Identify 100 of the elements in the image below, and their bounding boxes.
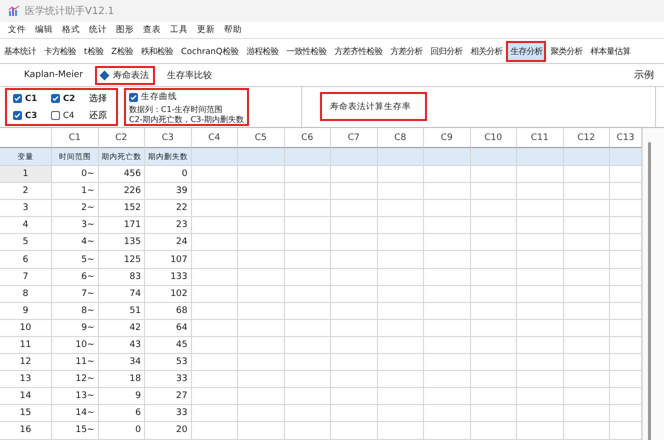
table-cell[interactable] bbox=[517, 166, 564, 184]
scrollbar[interactable] bbox=[642, 128, 664, 440]
table-cell[interactable] bbox=[424, 354, 470, 372]
table-cell[interactable] bbox=[517, 320, 564, 337]
table-cell[interactable] bbox=[564, 405, 610, 422]
table-cell[interactable] bbox=[470, 268, 517, 286]
table-cell[interactable] bbox=[564, 200, 610, 218]
table-cell[interactable] bbox=[424, 405, 470, 422]
variable-name-cell[interactable] bbox=[517, 148, 564, 166]
variable-name-cell[interactable] bbox=[331, 148, 378, 166]
table-cell[interactable] bbox=[331, 200, 378, 218]
table-cell[interactable] bbox=[378, 405, 424, 422]
table-cell[interactable] bbox=[378, 336, 424, 354]
table-cell[interactable] bbox=[238, 286, 284, 303]
table-cell[interactable] bbox=[564, 354, 610, 372]
table-cell[interactable] bbox=[470, 183, 517, 200]
table-cell[interactable] bbox=[564, 302, 610, 320]
table-cell[interactable] bbox=[238, 251, 284, 269]
menu-item[interactable]: 文件 bbox=[4, 24, 31, 36]
table-cell[interactable] bbox=[424, 200, 470, 218]
checkbox[interactable] bbox=[51, 111, 60, 120]
table-cell[interactable] bbox=[238, 200, 284, 218]
table-cell[interactable] bbox=[238, 166, 284, 184]
table-cell[interactable] bbox=[564, 251, 610, 269]
column-header[interactable]: C7 bbox=[331, 128, 378, 148]
table-cell[interactable] bbox=[424, 336, 470, 354]
row-number[interactable]: 15 bbox=[0, 405, 52, 422]
table-cell[interactable] bbox=[564, 388, 610, 406]
table-cell[interactable] bbox=[331, 286, 378, 303]
table-cell[interactable] bbox=[378, 354, 424, 372]
table-cell[interactable] bbox=[517, 388, 564, 406]
variable-name-cell[interactable] bbox=[238, 148, 284, 166]
menu-item[interactable]: 编辑 bbox=[31, 24, 58, 36]
table-cell[interactable] bbox=[284, 217, 331, 234]
menu-item[interactable]: 工具 bbox=[166, 24, 193, 36]
table-cell[interactable] bbox=[238, 405, 284, 422]
table-cell[interactable] bbox=[192, 388, 238, 406]
table-cell[interactable] bbox=[192, 354, 238, 372]
table-cell[interactable] bbox=[517, 251, 564, 269]
table-cell[interactable] bbox=[517, 268, 564, 286]
table-cell[interactable]: 10~ bbox=[52, 336, 98, 354]
table-cell[interactable] bbox=[284, 320, 331, 337]
toolbar-tab[interactable]: Z检验 bbox=[107, 40, 138, 62]
table-cell[interactable] bbox=[424, 320, 470, 337]
column-header[interactable]: C3 bbox=[145, 128, 192, 148]
column-header[interactable]: C8 bbox=[378, 128, 424, 148]
table-cell[interactable] bbox=[564, 268, 610, 286]
table-cell[interactable]: 83 bbox=[98, 268, 145, 286]
table-cell[interactable]: 15~ bbox=[52, 422, 98, 440]
table-cell[interactable] bbox=[331, 388, 378, 406]
row-number[interactable]: 5 bbox=[0, 234, 52, 252]
table-cell[interactable]: 33 bbox=[145, 371, 192, 388]
table-cell[interactable] bbox=[424, 166, 470, 184]
toolbar-tab[interactable]: 样本量估算 bbox=[586, 40, 634, 62]
checkbox[interactable] bbox=[13, 94, 22, 103]
table-cell[interactable]: 102 bbox=[145, 286, 192, 303]
table-cell[interactable] bbox=[331, 251, 378, 269]
table-cell[interactable] bbox=[192, 286, 238, 303]
table-cell[interactable] bbox=[564, 183, 610, 200]
table-cell[interactable]: 171 bbox=[98, 217, 145, 234]
table-cell[interactable] bbox=[564, 422, 610, 440]
table-cell[interactable] bbox=[284, 302, 331, 320]
toolbar-tab[interactable]: 回归分析 bbox=[426, 40, 466, 62]
table-cell[interactable] bbox=[470, 251, 517, 269]
table-cell[interactable] bbox=[517, 422, 564, 440]
toolbar-tab[interactable]: 方差分析 bbox=[386, 40, 426, 62]
table-cell[interactable] bbox=[517, 371, 564, 388]
table-cell[interactable] bbox=[424, 388, 470, 406]
table-cell[interactable]: 24 bbox=[145, 234, 192, 252]
table-cell[interactable]: 456 bbox=[98, 166, 145, 184]
table-cell[interactable] bbox=[424, 251, 470, 269]
row-number[interactable]: 11 bbox=[0, 336, 52, 354]
table-cell[interactable] bbox=[517, 286, 564, 303]
row-number[interactable]: 3 bbox=[0, 200, 52, 218]
table-cell[interactable] bbox=[238, 183, 284, 200]
table-cell[interactable] bbox=[238, 371, 284, 388]
variable-name-cell[interactable] bbox=[192, 148, 238, 166]
variable-name-cell[interactable] bbox=[470, 148, 517, 166]
table-cell[interactable] bbox=[470, 388, 517, 406]
table-cell[interactable]: 53 bbox=[145, 354, 192, 372]
table-cell[interactable]: 9 bbox=[98, 388, 145, 406]
table-cell[interactable] bbox=[284, 251, 331, 269]
variable-name-cell[interactable] bbox=[284, 148, 331, 166]
table-cell[interactable] bbox=[424, 422, 470, 440]
table-cell[interactable] bbox=[192, 166, 238, 184]
toolbar-tab[interactable]: 卡方检验 bbox=[40, 40, 80, 62]
table-cell[interactable] bbox=[238, 217, 284, 234]
table-cell[interactable]: 3~ bbox=[52, 217, 98, 234]
table-cell[interactable]: 133 bbox=[145, 268, 192, 286]
table-cell[interactable] bbox=[517, 183, 564, 200]
table-cell[interactable] bbox=[378, 166, 424, 184]
table-cell[interactable]: 152 bbox=[98, 200, 145, 218]
table-cell[interactable] bbox=[331, 183, 378, 200]
table-cell[interactable]: 23 bbox=[145, 217, 192, 234]
table-cell[interactable]: 68 bbox=[145, 302, 192, 320]
method-tab[interactable]: Kaplan-Meier bbox=[18, 67, 89, 83]
table-cell[interactable]: 2~ bbox=[52, 200, 98, 218]
table-cell[interactable] bbox=[424, 183, 470, 200]
table-cell[interactable] bbox=[331, 166, 378, 184]
table-cell[interactable] bbox=[284, 405, 331, 422]
